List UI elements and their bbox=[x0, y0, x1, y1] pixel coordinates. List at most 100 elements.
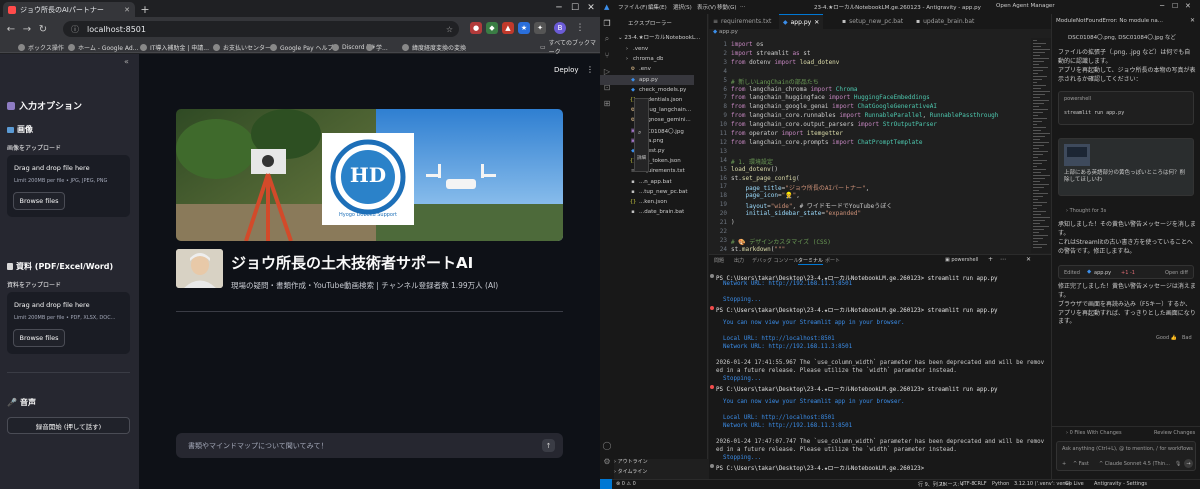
bad-feedback[interactable]: Bad bbox=[1182, 335, 1192, 341]
account-icon[interactable]: ◯ bbox=[602, 440, 612, 450]
browser-tab[interactable]: ジョウ所長のAIパートナー ✕ bbox=[3, 2, 135, 17]
file-item[interactable]: {} ...ken.json bbox=[600, 197, 694, 207]
status-antigravity[interactable]: Antigravity - Settings bbox=[1094, 481, 1147, 487]
add-context-icon[interactable]: + bbox=[1062, 461, 1066, 467]
chat-input[interactable]: 書類やマインドマップについて聞いてみて！ ↑ bbox=[176, 433, 563, 458]
close-window-icon[interactable]: ✕ bbox=[1185, 2, 1191, 10]
address-bar[interactable]: ⓘ localhost:8501 ☆ bbox=[63, 21, 459, 37]
main-menu-icon[interactable]: ⋮ bbox=[586, 65, 594, 74]
problems-status[interactable]: ⊗ 0 ⚠ 0 bbox=[616, 481, 636, 487]
bookmark-item[interactable]: Google Pay ヘルプ bbox=[270, 41, 334, 53]
doc-browse-button[interactable]: Browse files bbox=[13, 329, 65, 347]
files-changed[interactable]: › 0 Files With Changes bbox=[1066, 430, 1122, 436]
menu-item[interactable]: 編集(E) bbox=[648, 3, 667, 11]
microphone-icon[interactable]: 🎙 bbox=[1175, 461, 1181, 467]
all-bookmarks-link[interactable]: ▭ すべてのブックマーク bbox=[540, 40, 600, 56]
menu-item[interactable]: ... bbox=[740, 3, 745, 9]
back-icon[interactable]: ← bbox=[4, 22, 18, 36]
terminal-shell-selector[interactable]: ▣ powershell bbox=[945, 257, 978, 263]
remote-indicator-icon[interactable] bbox=[600, 479, 612, 489]
site-info-icon[interactable]: ⓘ bbox=[71, 24, 79, 35]
maximize-icon[interactable]: ☐ bbox=[568, 2, 582, 14]
image-dropzone[interactable]: Drag and drop file here Limit 200MB per … bbox=[7, 155, 130, 217]
send-icon[interactable]: ↑ bbox=[542, 439, 555, 452]
file-item[interactable]: ⚙ .env bbox=[600, 64, 694, 74]
explorer-icon[interactable]: ❐ bbox=[602, 18, 612, 28]
pdf-extension-icon[interactable]: ▲ bbox=[502, 22, 514, 34]
extensions-puzzle-icon[interactable]: ✦ bbox=[534, 22, 546, 34]
edit-summary[interactable]: Edited ◆ app.py +1 -1 Open diff bbox=[1058, 265, 1194, 279]
project-folder[interactable]: ⌄ 23-4.★ローカルNotebookL... bbox=[618, 33, 706, 41]
profile-avatar[interactable]: B bbox=[554, 22, 566, 34]
agent-manager-button[interactable]: Open Agent Manager bbox=[996, 3, 1055, 9]
editor-tab[interactable]: ▪ setup_new_pc.bat bbox=[838, 14, 907, 29]
image-browse-button[interactable]: Browse files bbox=[13, 192, 65, 210]
good-feedback[interactable]: Good 👍 bbox=[1156, 335, 1177, 341]
editor-tab[interactable]: ▪ update_brain.bat bbox=[912, 14, 978, 29]
editor-tab[interactable]: ≡ requirements.txt bbox=[709, 14, 775, 29]
panel-tab[interactable]: 問題 bbox=[714, 257, 724, 264]
status-eol[interactable]: CRLF bbox=[974, 481, 987, 487]
file-item[interactable]: ▪ ...date_brain.bat bbox=[600, 207, 694, 217]
bookmark-item[interactable]: 緯度経度変換の変換 bbox=[402, 41, 466, 53]
bookmark-item[interactable]: お支払いセンター bbox=[213, 41, 271, 53]
terminal-more-icon[interactable]: ⋯ bbox=[1000, 256, 1006, 263]
file-item[interactable]: ▪ ...n_app.bat bbox=[600, 177, 694, 187]
close-panel-icon[interactable]: ✕ bbox=[1026, 256, 1031, 263]
model-selector[interactable]: ^ Claude Sonnet 4.5 (Thin... bbox=[1099, 461, 1171, 467]
code-editor[interactable]: 1 import os 2 import streamlit as st 3 from d… bbox=[709, 38, 1031, 253]
status-language[interactable]: Python bbox=[992, 481, 1009, 487]
minimize-icon[interactable]: ─ bbox=[552, 2, 566, 14]
doc-dropzone[interactable]: Drag and drop file here Limit 200MB per … bbox=[7, 292, 130, 354]
forward-icon[interactable]: → bbox=[20, 22, 34, 36]
panel-tab[interactable]: ターミナル bbox=[798, 257, 824, 265]
folder-item[interactable]: › .venv bbox=[600, 44, 694, 54]
close-window-icon[interactable]: ✕ bbox=[584, 2, 598, 14]
bookmark-item[interactable]: ホーム - Google Ad... bbox=[68, 41, 138, 53]
menu-item[interactable]: ファイル(F) bbox=[618, 3, 647, 11]
terminal-output[interactable]: PS C:\Users\takar\Desktop\23-4.★ローカルNote… bbox=[709, 270, 1051, 480]
extension-icon[interactable]: ● bbox=[470, 22, 482, 34]
menu-item[interactable]: 移動(G) bbox=[717, 3, 737, 11]
send-icon[interactable]: → bbox=[1184, 459, 1193, 468]
file-item[interactable]: ▪ ...tup_new_pc.bat bbox=[600, 187, 694, 197]
panel-tab[interactable]: 出力 bbox=[734, 257, 744, 264]
close-tab-icon[interactable]: ✕ bbox=[124, 6, 130, 14]
outline-section[interactable]: › アウトライン bbox=[614, 458, 648, 466]
record-button[interactable]: 録音開始 (押して話す) bbox=[7, 417, 130, 434]
file-item[interactable]: ◆ check_models.py bbox=[600, 85, 694, 95]
menu-item[interactable]: 表示(V) bbox=[697, 3, 716, 11]
collapse-sidebar-icon[interactable]: « bbox=[124, 57, 129, 66]
agent-input[interactable]: Ask anything (Ctrl+L), @ to mention, / f… bbox=[1056, 441, 1196, 471]
status-python[interactable]: 3.12.10 ('.venv': venv) bbox=[1014, 481, 1071, 487]
panel-tab[interactable]: ポート bbox=[825, 257, 840, 264]
new-tab-icon[interactable]: + bbox=[139, 3, 151, 16]
deploy-button[interactable]: Deploy bbox=[554, 66, 579, 74]
bookmark-star-icon[interactable]: ☆ bbox=[446, 25, 453, 34]
minimize-icon[interactable]: ─ bbox=[1160, 2, 1164, 10]
bookmark-item[interactable]: ボックス操作 bbox=[18, 41, 64, 53]
attached-screenshot[interactable] bbox=[1064, 144, 1090, 166]
browser-menu-icon[interactable]: ⋮ bbox=[574, 22, 586, 34]
bookmark-item[interactable]: IT導入補助金 | 申請... bbox=[140, 41, 209, 53]
search-icon[interactable]: ⌕ bbox=[638, 129, 641, 137]
extension-icon[interactable]: ◆ bbox=[486, 22, 498, 34]
editor-tab[interactable]: ◆ app.py ✕ bbox=[779, 14, 824, 29]
search-icon[interactable]: ⌕ bbox=[602, 34, 612, 44]
minimap[interactable] bbox=[1031, 38, 1051, 253]
bookmark-item[interactable]: 学... bbox=[366, 41, 388, 53]
close-tab-icon[interactable]: ✕ bbox=[814, 19, 819, 26]
mode-selector[interactable]: ^ Fast bbox=[1073, 461, 1089, 467]
extension-icon[interactable]: ★ bbox=[518, 22, 530, 34]
menu-item[interactable]: 選択(S) bbox=[673, 3, 692, 11]
file-item[interactable]: ◆ app.py bbox=[600, 74, 694, 85]
breadcrumb[interactable]: ◆ app.py bbox=[709, 29, 1051, 38]
status-golive[interactable]: Go Live bbox=[1065, 481, 1084, 487]
review-changes-button[interactable]: Review Changes bbox=[1154, 430, 1195, 436]
new-terminal-icon[interactable]: + bbox=[988, 256, 993, 263]
open-diff-link[interactable]: Open diff bbox=[1165, 270, 1188, 276]
reload-icon[interactable]: ↻ bbox=[36, 22, 50, 36]
panel-tab[interactable]: デバッグ コンソール bbox=[752, 257, 799, 264]
status-encoding[interactable]: UTF-8 bbox=[960, 481, 975, 487]
settings-gear-icon[interactable]: ⚙ bbox=[602, 456, 612, 466]
